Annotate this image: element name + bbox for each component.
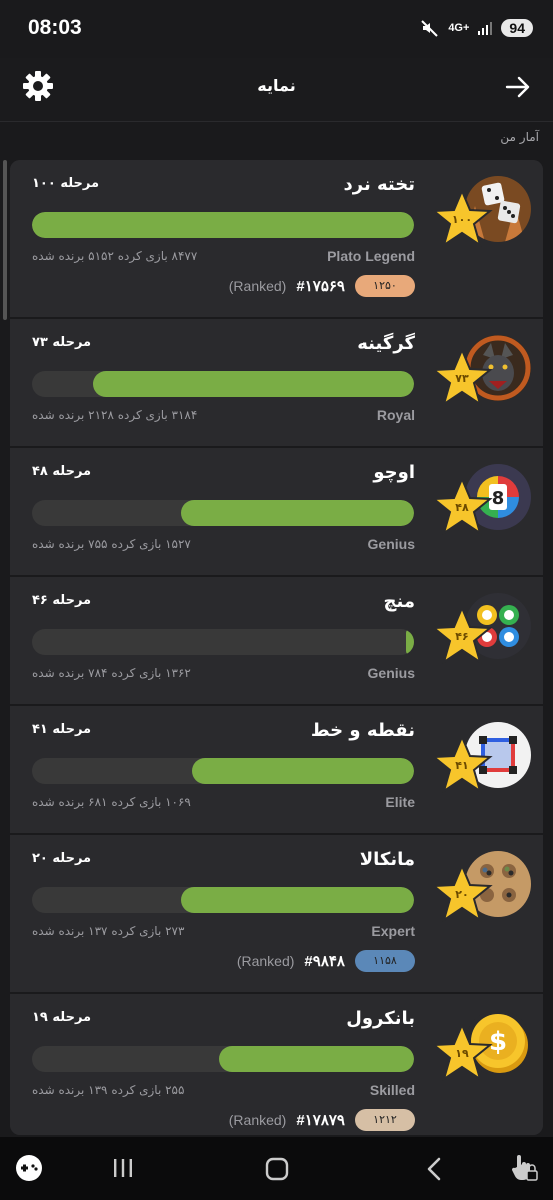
progress-fill [406,629,414,655]
rank-row: (Ranked) #۹۸۴۸ ۱۱۵۸ [237,950,415,972]
progress-bar [32,887,414,913]
ranked-label: (Ranked) [228,1112,287,1128]
tier-label: Genius [367,665,415,681]
status-icons: 4G+ 94 [420,18,533,38]
section-label: آمار من [500,130,539,144]
rank-row: (Ranked) #۱۷۵۶۹ ۱۲۵۰ [229,275,415,297]
status-bar: 08:03 4G+ 94 [0,0,553,58]
game-icon-wrap: ۴۶ [431,593,531,693]
recent-apps-icon[interactable] [112,1157,134,1179]
progress-fill [192,758,414,784]
game-icon-wrap: ۴۱ [431,722,531,822]
game-card-backgammon[interactable]: تخته نرد مرحله ۱۰۰ Plato Legend ۸۴۷۷ باز… [10,160,543,319]
tier-label: Skilled [369,1082,415,1098]
top-bar: نمایه [0,58,553,122]
star-level: ۱۰۰ [451,213,473,226]
game-title: گرگینه [357,333,415,354]
star-level: ۴۶ [455,630,469,643]
tier-label: Genius [367,536,415,552]
scrollbar[interactable] [3,160,7,320]
level-label: مرحله ۴۶ [32,593,92,608]
game-icon-wrap: ۷۳ [431,335,531,435]
stats-text: ۲۵۵ بازی کرده ۱۳۹ برنده شده [32,1083,185,1097]
gamepad-icon[interactable] [14,1153,44,1183]
game-icon-wrap: 8 ۴۸ [431,464,531,564]
home-icon[interactable] [265,1157,289,1181]
game-card-ludo[interactable]: منچ مرحله ۴۶ Genius ۱۳۶۲ بازی کرده ۷۸۴ ب… [10,577,543,706]
ranked-label: (Ranked) [236,953,295,969]
rank-badge: ۱۲۵۰ [355,275,415,297]
svg-text:8: 8 [492,488,505,509]
progress-bar [32,212,414,238]
rank-badge: ۱۲۱۲ [355,1109,415,1131]
network-label: 4G+ [448,21,470,34]
back-arrow-icon[interactable] [505,74,531,100]
progress-bar [32,1046,414,1072]
level-label: مرحله ۷۳ [32,335,92,350]
progress-fill [93,371,414,397]
game-card-bankroll[interactable]: بانکرول مرحله ۱۹ Skilled ۲۵۵ بازی کرده ۱… [10,994,543,1135]
game-title: نقطه و خط [310,720,415,741]
game-title: تخته نرد [343,174,415,195]
game-title: اوچو [373,462,415,483]
stats-text: ۳۱۸۴ بازی کرده ۲۱۲۸ برنده شده [32,408,198,422]
game-card-mancala[interactable]: مانکالا مرحله ۲۰ Expert ۲۷۳ بازی کرده ۱۳… [10,835,543,994]
level-label: مرحله ۴۱ [32,722,92,737]
star-level: ۴۸ [455,501,469,514]
rank-badge: ۱۱۵۸ [355,950,415,972]
progress-bar [32,758,414,784]
game-card-dots-and-boxes[interactable]: نقطه و خط مرحله ۴۱ Elite ۱۰۶۹ بازی کرده … [10,706,543,835]
star-level: ۱۹ [455,1047,469,1060]
game-title: بانکرول [346,1008,415,1029]
game-icon-wrap: ۲۰ [431,851,531,951]
level-label: مرحله ۱۰۰ [32,176,100,191]
touch-lock-icon[interactable] [509,1151,539,1183]
battery-badge: 94 [501,19,533,37]
star-level: ۷۳ [455,372,469,385]
status-time: 08:03 [28,16,82,39]
game-title: منچ [383,591,415,612]
star-level: ۲۰ [455,888,469,901]
ranked-label: (Ranked) [228,278,287,294]
level-label: مرحله ۴۸ [32,464,92,479]
progress-bar [32,500,414,526]
game-title: مانکالا [359,849,415,870]
stats-text: ۸۴۷۷ بازی کرده ۵۱۵۲ برنده شده [32,249,198,263]
rank-number: #۱۷۸۷۹ [296,1112,345,1129]
page-title: نمایه [257,76,296,95]
stats-text: ۱۵۲۷ بازی کرده ۷۵۵ برنده شده [32,537,191,551]
game-card-uno[interactable]: اوچو مرحله ۴۸ Genius ۱۵۲۷ بازی کرده ۷۵۵ … [10,448,543,577]
level-label: مرحله ۲۰ [32,851,92,866]
progress-fill [180,500,414,526]
rank-number: #۹۸۴۸ [304,953,345,970]
stats-text: ۲۷۳ بازی کرده ۱۳۷ برنده شده [32,924,185,938]
progress-fill [180,887,414,913]
progress-bar [32,371,414,397]
stats-text: ۱۰۶۹ بازی کرده ۶۸۱ برنده شده [32,795,191,809]
game-icon-wrap: $ ۱۹ [431,1010,531,1110]
signal-icon [478,22,493,35]
star-level: ۴۱ [455,759,469,772]
progress-fill [219,1046,414,1072]
tier-label: Expert [371,923,415,939]
progress-bar [32,629,414,655]
stats-text: ۱۳۶۲ بازی کرده ۷۸۴ برنده شده [32,666,191,680]
rank-number: #۱۷۵۶۹ [296,278,345,295]
rank-row: (Ranked) #۱۷۸۷۹ ۱۲۱۲ [229,1109,415,1131]
progress-fill [32,212,414,238]
tier-label: Plato Legend [327,248,415,264]
mute-icon [421,20,439,37]
tier-label: Royal [376,407,415,423]
level-label: مرحله ۱۹ [32,1010,92,1025]
game-card-werewolf[interactable]: گرگینه مرحله ۷۳ Royal ۳۱۸۴ بازی کرده ۲۱۲… [10,319,543,448]
back-icon[interactable] [424,1157,444,1181]
tier-label: Elite [385,794,415,810]
system-nav-bar [0,1137,553,1200]
game-icon-wrap: ۱۰۰ [431,176,531,276]
game-stats-list: تخته نرد مرحله ۱۰۰ Plato Legend ۸۴۷۷ باز… [10,160,543,1135]
